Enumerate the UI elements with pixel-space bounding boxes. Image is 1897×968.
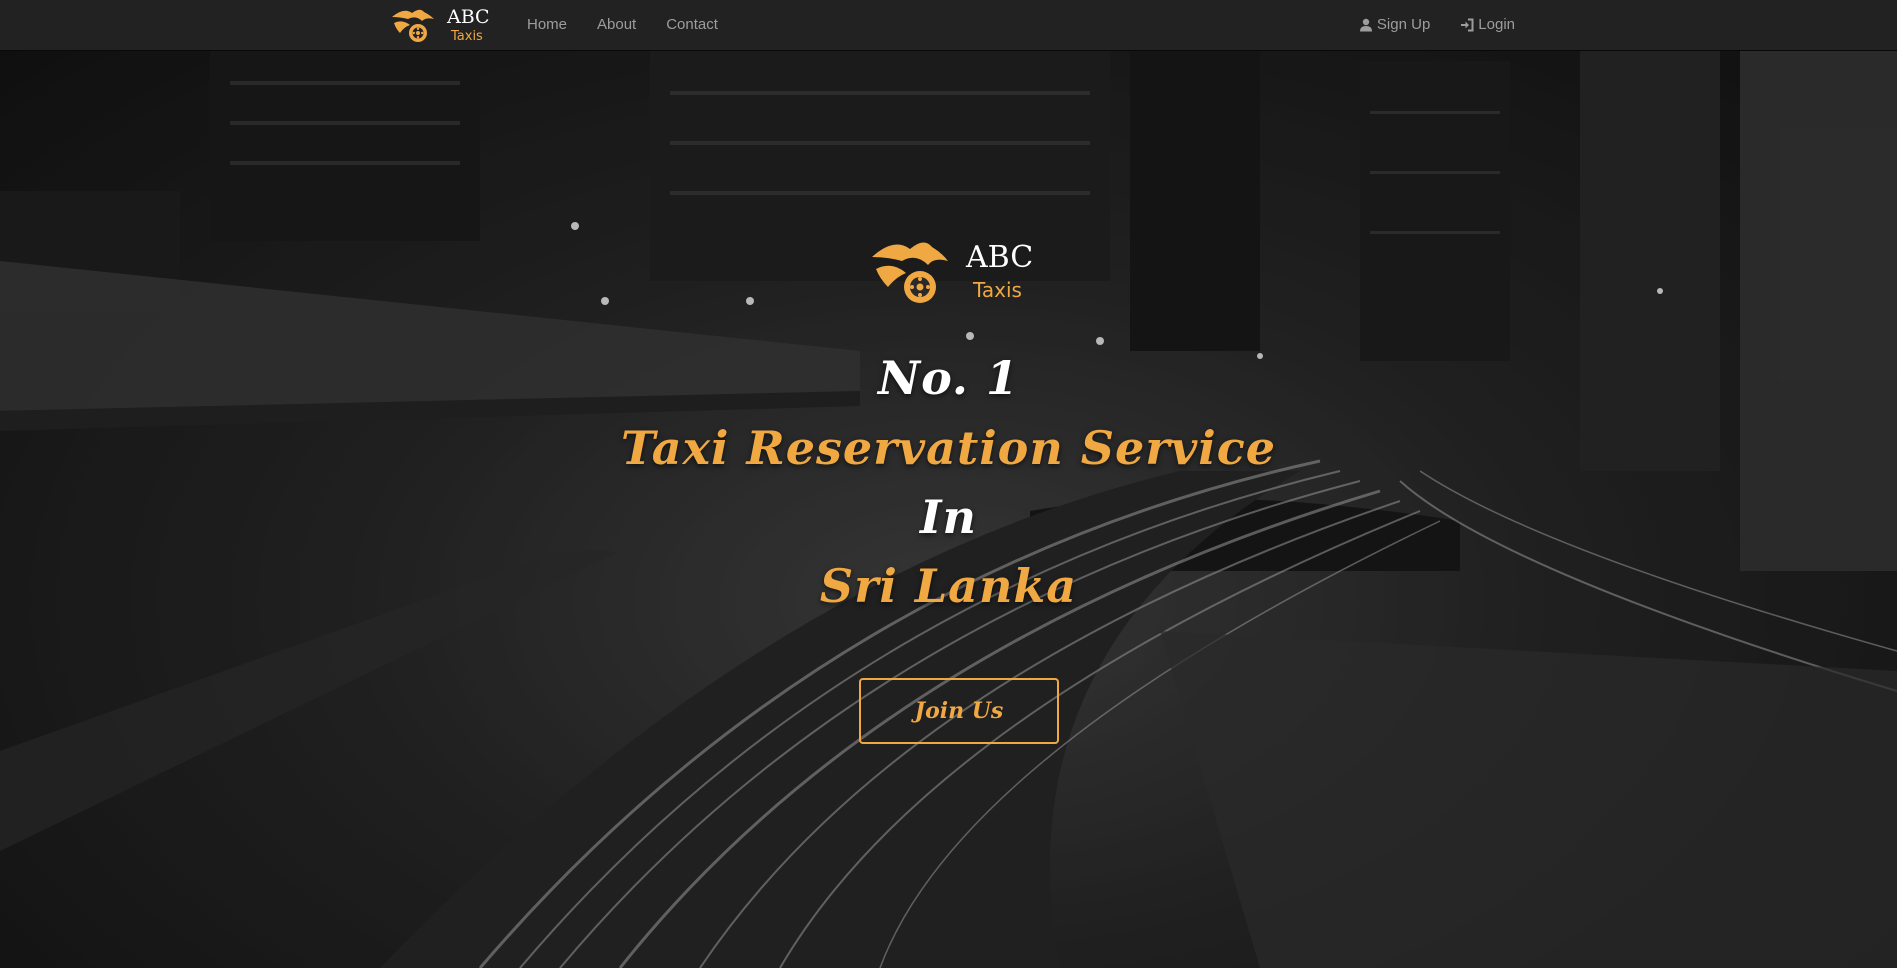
top-navbar: ABC Taxis Home About Contact Sign Up Log… <box>0 0 1897 51</box>
login-icon <box>1461 18 1474 32</box>
brand-sub: Taxis <box>450 29 483 44</box>
nav-about[interactable]: About <box>582 0 651 50</box>
join-us-button[interactable]: Join Us <box>859 678 1059 744</box>
brand-logo[interactable]: ABC Taxis <box>390 3 500 47</box>
taxi-logo-icon <box>392 9 434 42</box>
hero-section: ABC Taxis No. 1 Taxi Reservation Service… <box>0 51 1897 968</box>
headline-in: In <box>920 490 977 544</box>
nav-home[interactable]: Home <box>512 0 582 50</box>
nav-links: Home About Contact <box>512 0 733 50</box>
user-icon <box>1359 18 1372 32</box>
headline-service: Taxi Reservation Service <box>620 421 1277 475</box>
nav-signup[interactable]: Sign Up <box>1344 0 1445 50</box>
nav-contact[interactable]: Contact <box>651 0 733 50</box>
nav-login[interactable]: Login <box>1445 0 1530 50</box>
hero-content: ABC Taxis No. 1 Taxi Reservation Service… <box>0 51 1897 968</box>
hero-logo-name: ABC <box>965 240 1033 275</box>
headline-no1: No. 1 <box>878 351 1019 405</box>
navbar-container: ABC Taxis Home About Contact Sign Up Log… <box>390 0 1530 50</box>
login-label: Login <box>1478 16 1515 33</box>
headline-country: Sri Lanka <box>819 559 1078 613</box>
nav-auth-links: Sign Up Login <box>1344 0 1530 50</box>
brand-name: ABC <box>446 6 490 28</box>
signup-label: Sign Up <box>1376 16 1431 33</box>
taxi-logo-icon <box>872 242 948 303</box>
hero-logo: ABC Taxis <box>872 240 1033 303</box>
hero-logo-sub: Taxis <box>972 278 1022 302</box>
